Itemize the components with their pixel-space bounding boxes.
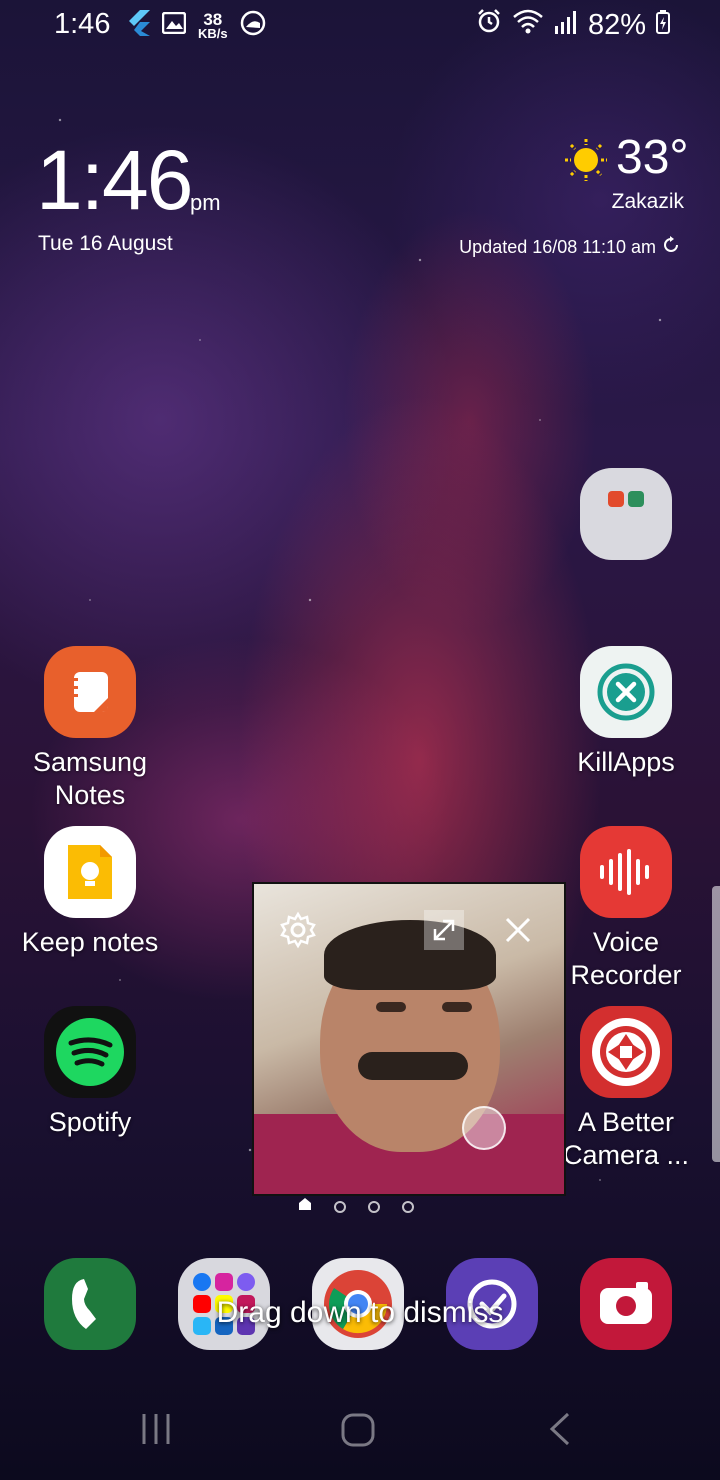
- app-folder[interactable]: [556, 468, 696, 560]
- wifi-icon: [512, 8, 544, 42]
- image-icon: [161, 11, 187, 39]
- app-label: A Better Camera ...: [562, 1107, 690, 1170]
- expand-icon[interactable]: [424, 910, 464, 950]
- messenger-icon: [237, 1273, 255, 1291]
- status-bar: 1:46 38 KB/s 82%: [0, 0, 720, 52]
- page-dot[interactable]: [402, 1200, 414, 1213]
- spotify-icon: [44, 1006, 136, 1098]
- pip-video-eye: [376, 1002, 406, 1012]
- battery-percent: 82%: [587, 8, 646, 41]
- signal-icon: [554, 9, 578, 42]
- app-killapps[interactable]: KillApps: [556, 646, 696, 779]
- battery-icon: [656, 9, 670, 42]
- app-better-camera[interactable]: A Better Camera ...: [556, 1006, 696, 1172]
- refresh-icon[interactable]: [662, 236, 680, 259]
- app-keep-notes[interactable]: Keep notes: [20, 826, 160, 959]
- weather-updated-text: Updated 16/08 11:10 am: [459, 237, 656, 257]
- status-time: 1:46: [54, 8, 111, 40]
- edge-panel-handle[interactable]: [712, 886, 720, 1162]
- home-button[interactable]: [340, 1412, 376, 1453]
- app-voice-recorder[interactable]: Voice Recorder: [556, 826, 696, 992]
- pip-video-hair: [324, 920, 496, 990]
- app-label: Spotify: [48, 1107, 132, 1137]
- page-dot[interactable]: [334, 1200, 346, 1213]
- pip-video-window[interactable]: [252, 882, 566, 1196]
- pip-video-eye: [442, 1002, 472, 1012]
- flutter-icon: [128, 10, 150, 41]
- back-button[interactable]: [548, 1412, 572, 1451]
- network-speed-unit: KB/s: [198, 25, 228, 41]
- better-camera-icon: [580, 1006, 672, 1098]
- sun-icon: [564, 138, 608, 187]
- samsung-notes-icon: [44, 646, 136, 738]
- drag-dismiss-toast: Drag down to dismiss: [216, 1296, 504, 1329]
- app-label: Voice Recorder: [570, 927, 682, 990]
- page-indicator[interactable]: [298, 1197, 414, 1216]
- facebook-icon: [193, 1273, 211, 1291]
- app-label: KillApps: [577, 747, 675, 777]
- clock-widget-date[interactable]: Tue 16 August: [38, 232, 173, 256]
- instagram-icon: [215, 1273, 233, 1291]
- close-icon[interactable]: [498, 910, 538, 950]
- page-dot[interactable]: [368, 1200, 380, 1213]
- voice-recorder-icon: [580, 826, 672, 918]
- app-label: Keep notes: [21, 927, 159, 957]
- home-page-indicator-icon: [298, 1197, 312, 1216]
- network-speed: 38 KB/s: [198, 11, 228, 41]
- weather-updated[interactable]: Updated 16/08 11:10 am: [459, 236, 680, 259]
- folder-app-icon-1: [608, 491, 624, 507]
- app-samsung-notes[interactable]: Samsung Notes: [20, 646, 160, 812]
- clock-widget-ampm: pm: [190, 190, 221, 215]
- weather-city[interactable]: Zakazik: [612, 190, 684, 214]
- keep-notes-icon: [44, 826, 136, 918]
- killapps-icon: [580, 646, 672, 738]
- navigation-bar: [0, 1390, 720, 1480]
- settings-icon[interactable]: [278, 910, 318, 950]
- vpn-icon: [240, 10, 266, 41]
- folder-app-icon-2: [628, 491, 644, 507]
- pip-drag-handle[interactable]: [462, 1106, 506, 1150]
- recents-button[interactable]: [140, 1412, 172, 1451]
- clock-widget-time[interactable]: 1:46: [36, 132, 193, 229]
- weather-temperature[interactable]: 33°: [616, 130, 689, 185]
- app-label: Samsung Notes: [32, 747, 148, 810]
- alarm-icon: [476, 8, 502, 42]
- app-spotify[interactable]: Spotify: [20, 1006, 160, 1139]
- pip-video-mustache: [358, 1052, 468, 1080]
